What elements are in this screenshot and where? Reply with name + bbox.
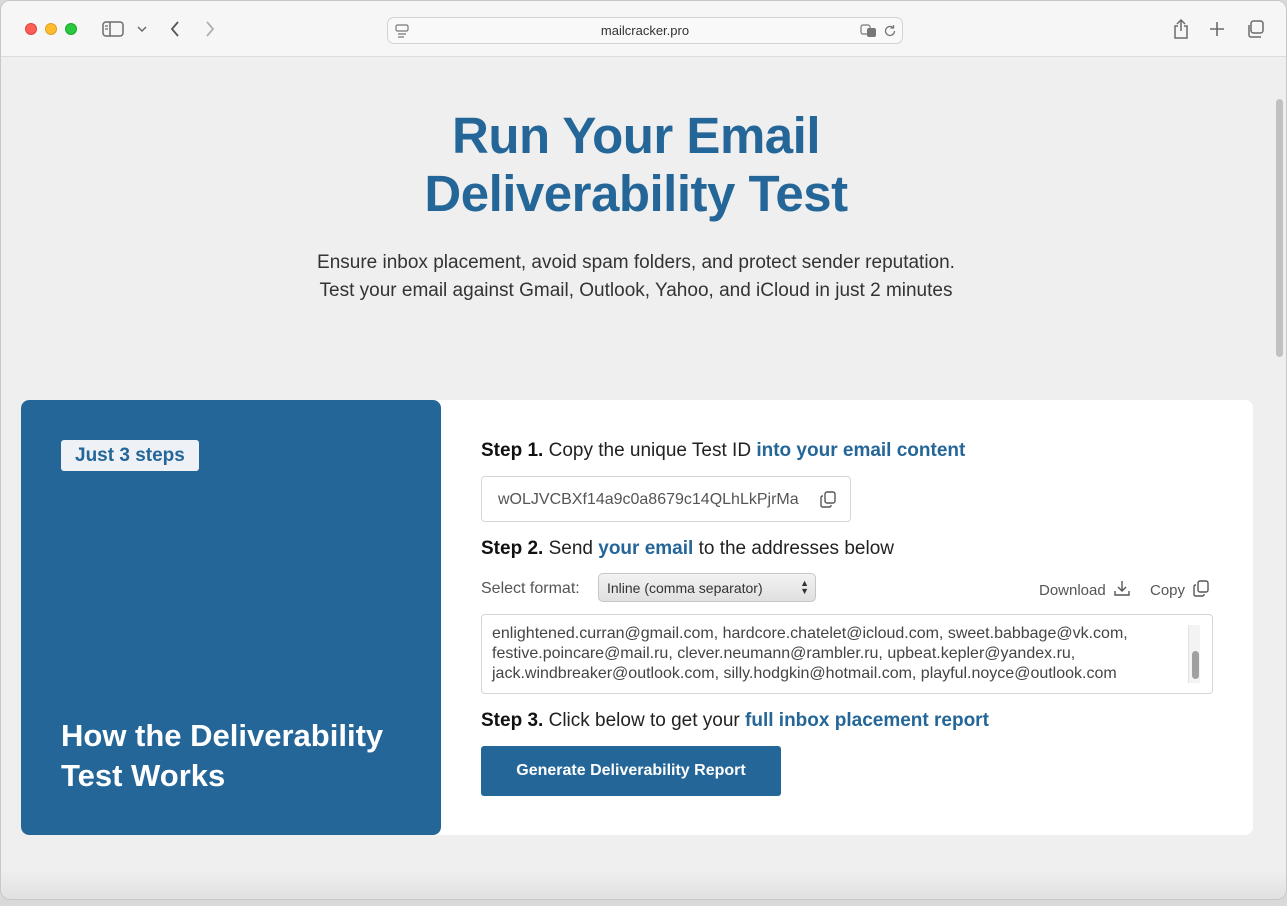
step2-label: Step 2.: [481, 538, 544, 559]
step1-highlight: into your email content: [756, 440, 966, 461]
test-card: Just 3 steps How the Deliverability Test…: [21, 400, 1253, 835]
how-it-works-panel: Just 3 steps How the Deliverability Test…: [21, 400, 441, 835]
download-icon: [1114, 580, 1130, 600]
step2-highlight: your email: [598, 538, 694, 559]
download-button[interactable]: Download: [1039, 580, 1130, 600]
subtitle-line1: Ensure inbox placement, avoid spam folde…: [317, 252, 955, 273]
url-text: mailcracker.pro: [600, 23, 690, 38]
generate-report-button[interactable]: Generate Deliverability Report: [481, 746, 781, 796]
step1-label: Step 1.: [481, 440, 544, 461]
email-addresses-text[interactable]: enlightened.curran@gmail.com, hardcore.c…: [492, 624, 1184, 684]
select-arrows-icon: ▲ ▼: [800, 578, 809, 596]
page-scrollbar[interactable]: [1276, 99, 1283, 357]
format-select[interactable]: Inline (comma separator) ▲ ▼: [598, 573, 816, 602]
step3-heading: Step 3. Click below to get your full inb…: [481, 710, 989, 732]
share-icon[interactable]: [1171, 18, 1191, 40]
zoom-window-button[interactable]: [65, 23, 77, 35]
textarea-scroll-thumb[interactable]: [1192, 651, 1199, 679]
copy-icon[interactable]: [820, 491, 836, 513]
test-id-field[interactable]: wOLJVCBXf14a9c0a8679c14QLhLkPjrMa: [481, 476, 851, 522]
copy-button[interactable]: Copy: [1150, 580, 1209, 601]
step3-text: Click below to get your: [548, 710, 740, 731]
page-title: Run Your Email Deliverability Test: [1, 107, 1271, 223]
subtitle-line2: Test your email against Gmail, Outlook, …: [319, 280, 953, 301]
page-title-line1: Run Your Email: [451, 107, 821, 164]
step2-text-before: Send: [548, 538, 593, 559]
tabs-overview-icon[interactable]: [1244, 19, 1266, 39]
step2-heading: Step 2. Send your email to the addresses…: [481, 538, 894, 560]
page-title-line2: Deliverability Test: [424, 165, 848, 222]
address-bar[interactable]: mailcracker.pro: [387, 17, 903, 44]
email-addresses-textarea[interactable]: enlightened.curran@gmail.com, hardcore.c…: [481, 614, 1213, 694]
new-tab-icon[interactable]: [1207, 19, 1227, 39]
browser-window: mailcracker.pro Run Your Email Deliverab…: [0, 0, 1287, 900]
textarea-scrollbar[interactable]: [1188, 625, 1200, 683]
download-label: Download: [1039, 581, 1106, 599]
format-label: Select format:: [481, 580, 580, 597]
how-it-works-title: How the Deliverability Test Works: [61, 718, 384, 793]
reload-icon[interactable]: [882, 23, 898, 39]
step3-label: Step 3.: [481, 710, 544, 731]
page-subtitle: Ensure inbox placement, avoid spam folde…: [1, 249, 1271, 305]
format-select-value: Inline (comma separator): [607, 580, 763, 596]
step3-highlight: full inbox placement report: [745, 710, 989, 731]
close-window-button[interactable]: [25, 23, 37, 35]
copy-label: Copy: [1150, 582, 1186, 599]
step2-text-after: to the addresses below: [698, 538, 894, 559]
forward-icon[interactable]: [200, 19, 220, 39]
step1-heading: Step 1. Copy the unique Test ID into you…: [481, 440, 965, 462]
translate-icon[interactable]: [860, 23, 878, 39]
browser-toolbar: mailcracker.pro: [1, 1, 1286, 57]
back-icon[interactable]: [165, 19, 185, 39]
copy-emails-icon: [1193, 580, 1209, 601]
minimize-window-button[interactable]: [45, 23, 57, 35]
sidebar-icon[interactable]: [101, 19, 125, 39]
page-bottom-shadow: [1, 869, 1286, 899]
steps-badge: Just 3 steps: [61, 440, 199, 471]
chevron-down-icon[interactable]: [136, 23, 148, 35]
step1-text: Copy the unique Test ID: [548, 440, 752, 461]
test-id-value[interactable]: wOLJVCBXf14a9c0a8679c14QLhLkPjrMa: [498, 491, 799, 509]
